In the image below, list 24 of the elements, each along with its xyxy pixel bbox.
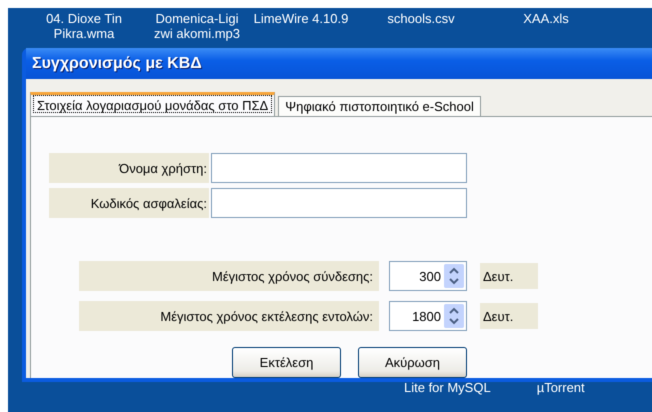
tab[interactable]: Στοιχεία λογαριασμού μονάδας στο ΠΣΔ	[30, 92, 276, 116]
unit-label: Δευτ.	[480, 303, 538, 329]
up-down-arrows-icon[interactable]	[444, 264, 464, 288]
desktop-icon-label[interactable]: LimeWire 4.10.9	[246, 11, 356, 41]
desktop-icon-label[interactable]: XAA.xls	[496, 11, 596, 41]
desktop-icon-label[interactable]: Lite for MySQL	[404, 380, 491, 395]
field-label: Μέγιστος χρόνος εκτέλεσης εντολών:	[79, 301, 379, 331]
dialog-button[interactable]: Εκτέλεση	[232, 347, 341, 378]
desktop-icon-label[interactable]: schools.csv	[364, 11, 478, 41]
desktop-icon-label[interactable]: µTorrent	[536, 380, 585, 395]
up-down-arrows-icon[interactable]	[444, 304, 464, 328]
desktop-icon-label[interactable]: 04. Dioxe Tin Pikra.wma	[26, 11, 142, 41]
field-label: Μέγιστος χρόνος σύνδεσης:	[79, 261, 379, 291]
dialog-button[interactable]: Ακύρωση	[358, 347, 467, 378]
input-field[interactable]	[211, 153, 467, 183]
field-label: Κωδικός ασφαλείας:	[49, 188, 209, 218]
number-spinner[interactable]: 300	[389, 261, 467, 291]
number-spinner[interactable]: 1800	[389, 301, 467, 331]
unit-label: Δευτ.	[480, 263, 538, 289]
window-title: Συγχρονισμός με ΚΒΔ	[32, 54, 202, 72]
desktop-icon-label[interactable]: Domenica-Ligi zwi akomi.mp3	[148, 11, 246, 41]
field-label: Όνομα χρήστη:	[49, 153, 209, 183]
input-field[interactable]	[211, 188, 467, 218]
tab[interactable]: Ψηφιακό πιστοποιητικό e-School	[278, 96, 481, 116]
